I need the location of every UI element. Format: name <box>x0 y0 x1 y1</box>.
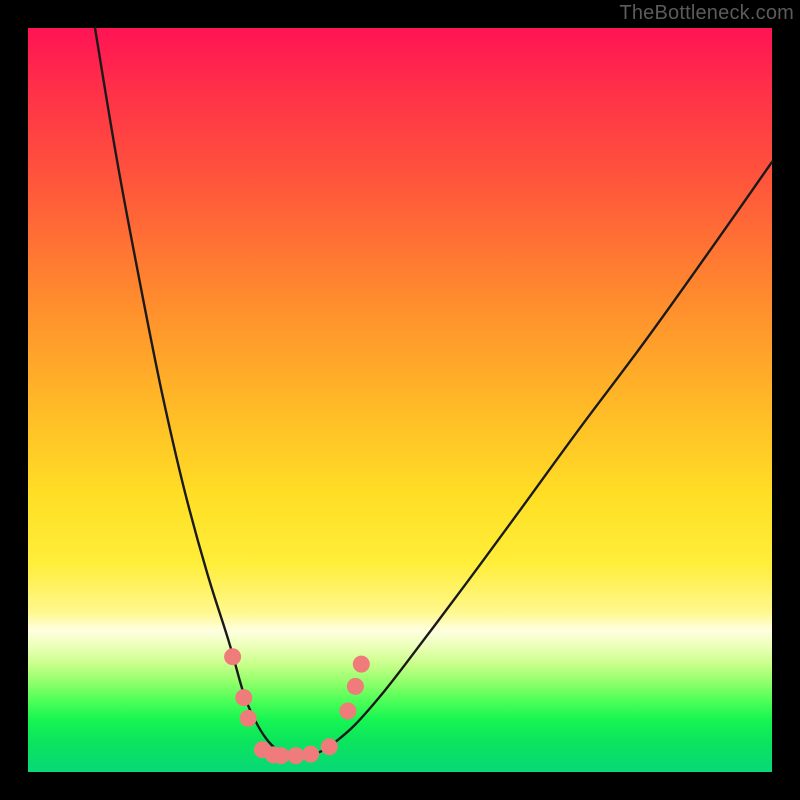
data-marker <box>353 656 370 673</box>
data-marker <box>287 747 304 764</box>
data-marker <box>235 689 252 706</box>
data-marker <box>347 678 364 695</box>
data-marker <box>240 710 257 727</box>
data-marker <box>339 703 356 720</box>
data-marker <box>302 746 319 763</box>
data-marker <box>273 747 290 764</box>
data-marker <box>224 648 241 665</box>
data-marker <box>321 738 338 755</box>
plot-area <box>28 28 772 772</box>
chart-frame: TheBottleneck.com <box>0 0 800 800</box>
watermark-text: TheBottleneck.com <box>619 2 794 25</box>
data-markers <box>224 648 370 764</box>
bottleneck-curve <box>95 28 772 756</box>
curve-layer <box>28 28 772 772</box>
